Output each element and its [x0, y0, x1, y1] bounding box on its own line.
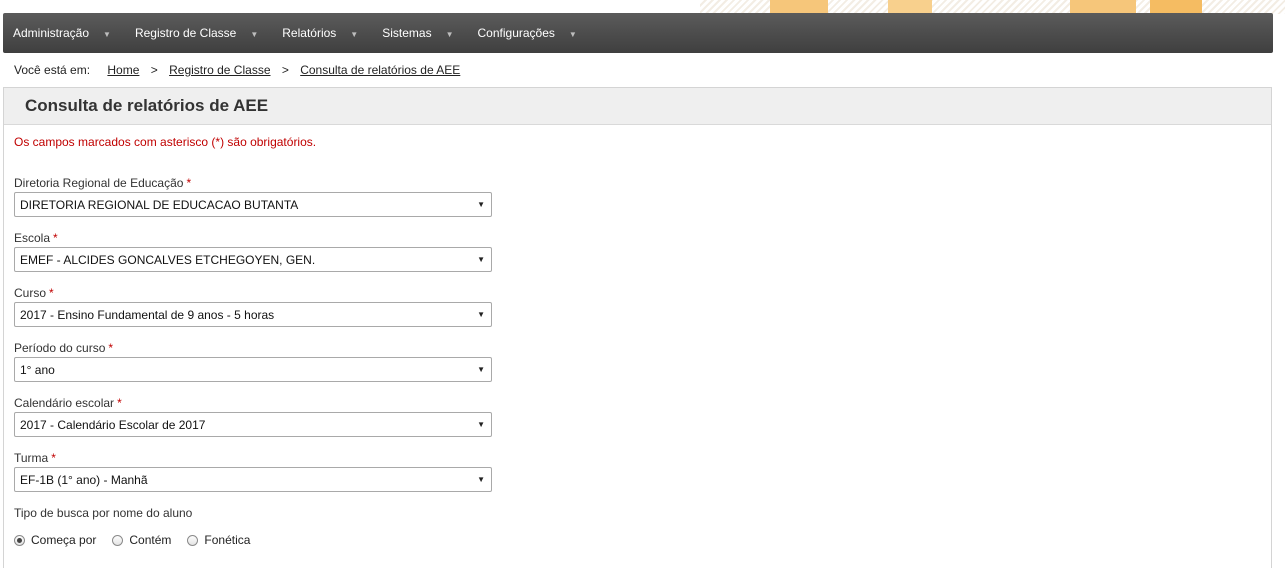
dre-label: Diretoria Regional de Educação *	[14, 176, 191, 190]
periodo-label: Período do curso *	[14, 341, 113, 355]
menu-label: Administração	[13, 26, 90, 40]
calendario-select[interactable]: 2017 - Calendário Escolar de 2017 ▼	[14, 412, 492, 437]
panel-header: Consulta de relatórios de AEE	[4, 88, 1271, 125]
search-type-label: Tipo de busca por nome do aluno	[14, 506, 193, 520]
required-marker: *	[51, 451, 56, 465]
header-decoration-block	[770, 0, 828, 14]
select-value: EF-1B (1° ano) - Manhã	[20, 472, 148, 487]
radio-label: Contém	[129, 533, 172, 547]
breadcrumb-separator: >	[150, 63, 158, 77]
dropdown-arrow-icon: ▼	[477, 310, 485, 319]
select-value: 1° ano	[20, 362, 55, 377]
radio-option-contem[interactable]: Contém	[112, 533, 171, 547]
menu-label: Configurações	[477, 26, 555, 40]
curso-select[interactable]: 2017 - Ensino Fundamental de 9 anos - 5 …	[14, 302, 492, 327]
breadcrumb-link-home[interactable]: Home	[107, 63, 139, 77]
menu-label: Relatórios	[282, 26, 337, 40]
field-label-text: Escola	[14, 231, 51, 245]
menu-label: Registro de Classe	[134, 26, 237, 40]
search-type-radio-group: Começa por Contém Fonética	[14, 533, 266, 547]
breadcrumb-prefix: Você está em:	[14, 63, 91, 77]
menu-label: Sistemas	[382, 26, 432, 40]
select-value: 2017 - Calendário Escolar de 2017	[20, 417, 206, 432]
menu-administracao[interactable]: Administração ▼	[3, 13, 125, 53]
field-label-text: Turma	[14, 451, 49, 465]
breadcrumb-link-consulta[interactable]: Consulta de relatórios de AEE	[300, 63, 460, 77]
dropdown-arrow-icon: ▼	[477, 365, 485, 374]
menu-configuracoes[interactable]: Configurações ▼	[468, 13, 591, 53]
escola-select[interactable]: EMEF - ALCIDES GONCALVES ETCHEGOYEN, GEN…	[14, 247, 492, 272]
breadcrumb-separator: >	[281, 63, 289, 77]
menu-sistemas[interactable]: Sistemas ▼	[372, 13, 467, 53]
radio-label: Fonética	[204, 533, 251, 547]
radio-button[interactable]	[112, 534, 124, 546]
select-value: 2017 - Ensino Fundamental de 9 anos - 5 …	[20, 307, 275, 322]
select-value: EMEF - ALCIDES GONCALVES ETCHEGOYEN, GEN…	[20, 252, 316, 267]
field-label-text: Calendário escolar	[14, 396, 115, 410]
content-panel: Consulta de relatórios de AEE Os campos …	[3, 87, 1272, 568]
dropdown-arrow-icon: ▼	[477, 420, 485, 429]
menu-registro-de-classe[interactable]: Registro de Classe ▼	[125, 13, 272, 53]
turma-label: Turma *	[14, 451, 56, 465]
main-menu-bar: Administração ▼ Registro de Classe ▼ Rel…	[3, 13, 1273, 53]
chevron-down-icon: ▼	[350, 29, 359, 39]
required-marker: *	[108, 341, 114, 355]
required-marker: *	[49, 286, 54, 300]
chevron-down-icon: ▼	[568, 29, 577, 39]
select-value: DIRETORIA REGIONAL DE EDUCACAO BUTANTA	[20, 197, 299, 212]
field-label-text: Curso	[14, 286, 47, 300]
menu-relatorios[interactable]: Relatórios ▼	[272, 13, 372, 53]
radio-option-fonetica[interactable]: Fonética	[187, 533, 250, 547]
periodo-select[interactable]: 1° ano ▼	[14, 357, 492, 382]
field-label-text: Diretoria Regional de Educação	[14, 176, 184, 190]
required-fields-note: Os campos marcados com asterisco (*) são…	[14, 135, 317, 149]
radio-label: Começa por	[31, 533, 97, 547]
header-decoration-block	[888, 0, 932, 14]
curso-label: Curso *	[14, 286, 54, 300]
dropdown-arrow-icon: ▼	[477, 255, 485, 264]
radio-option-comeca-por[interactable]: Começa por	[14, 533, 96, 547]
radio-button[interactable]	[187, 534, 199, 546]
chevron-down-icon: ▼	[103, 29, 111, 39]
breadcrumb: Você está em: Home > Registro de Classe …	[14, 63, 460, 77]
header-decoration-block	[1070, 0, 1136, 14]
required-marker: *	[53, 231, 58, 245]
required-marker: *	[117, 396, 122, 410]
chevron-down-icon: ▼	[445, 29, 454, 39]
escola-label: Escola *	[14, 231, 58, 245]
required-marker: *	[186, 176, 192, 190]
breadcrumb-link-registro-de-classe[interactable]: Registro de Classe	[169, 63, 270, 77]
chevron-down-icon: ▼	[250, 29, 259, 39]
dre-select[interactable]: DIRETORIA REGIONAL DE EDUCACAO BUTANTA ▼	[14, 192, 492, 217]
turma-select[interactable]: EF-1B (1° ano) - Manhã ▼	[14, 467, 492, 492]
radio-button-checked[interactable]	[14, 534, 25, 546]
calendario-label: Calendário escolar *	[14, 396, 122, 410]
header-decoration-block	[1150, 0, 1202, 14]
dropdown-arrow-icon: ▼	[477, 475, 485, 484]
dropdown-arrow-icon: ▼	[477, 200, 485, 209]
field-label-text: Período do curso	[14, 341, 106, 355]
page-title: Consulta de relatórios de AEE	[25, 96, 269, 115]
